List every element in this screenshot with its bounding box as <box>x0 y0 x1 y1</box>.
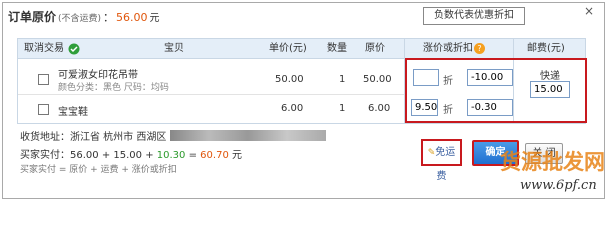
header-cancel: 取消交易 <box>24 43 64 54</box>
payment-adjust: 10.30 <box>156 150 186 161</box>
plus-sign: + <box>98 150 114 161</box>
payment-unit: 元 <box>228 150 242 161</box>
discount-input-row1[interactable] <box>413 69 439 86</box>
header-shipping: 邮费(元) <box>527 43 565 54</box>
watermark-brand: 货源批发网 <box>500 149 605 174</box>
cancel-checkbox-row1[interactable] <box>38 74 49 85</box>
quantity-row2: 1 <box>339 103 346 114</box>
item-spec-row1: 颜色分类：黑色 尺码：均码 <box>58 83 169 93</box>
item-name-row1[interactable]: 可爱淑女印花吊带 <box>58 66 138 81</box>
header-adjust: 涨价或折扣? <box>423 39 485 59</box>
green-check-icon <box>68 43 82 55</box>
shipping-method: 快递 <box>540 71 560 82</box>
address-label: 收货地址： <box>20 131 70 143</box>
title-separator: ： <box>103 11 115 24</box>
table-header: 取消交易 宝贝 单价(元) 数量 原价 涨价或折扣? 邮费(元) <box>18 39 585 59</box>
address-value: 浙江省 杭州市 西湖区 <box>70 131 167 143</box>
quantity-row1: 1 <box>339 74 346 85</box>
equals-sign: = <box>185 150 201 161</box>
discount-input-row2[interactable]: 9.50 <box>411 99 438 116</box>
order-price-title: 订单原价 (不含运费) ： 56.00 元 <box>8 8 160 26</box>
payment-shipping: 15.00 <box>113 150 143 161</box>
header-quantity: 数量 <box>327 43 347 54</box>
unit-price-row2: 6.00 <box>281 103 304 114</box>
header-unit-price: 单价(元) <box>269 43 307 54</box>
title-note: (不含运费) <box>58 14 102 24</box>
payment-total: 60.70 <box>200 150 229 161</box>
payment-base: 56.00 <box>70 150 99 161</box>
orig-price-row2: 6.00 <box>368 103 391 114</box>
adjust-input-row2[interactable]: -0.30 <box>467 99 513 116</box>
free-shipping-button[interactable]: ✎免运费 <box>421 139 462 182</box>
payment-formula: 买家实付 = 原价 + 运费 + 涨价或折扣 <box>20 165 177 175</box>
watermark-url: www.6pf.cn <box>520 178 597 193</box>
help-icon[interactable]: ? <box>474 42 485 54</box>
adjust-input-row1[interactable]: -10.00 <box>467 69 513 86</box>
discount-tooltip: 负数代表优惠折扣 <box>423 7 525 25</box>
payment-label: 买家实付： <box>20 150 70 161</box>
address-redacted <box>170 129 327 141</box>
header-original-price: 原价 <box>365 43 385 54</box>
header-item: 宝贝 <box>164 43 184 54</box>
original-price-value: 56.00 <box>116 11 148 24</box>
zhe-label-row2: 折 <box>443 105 453 116</box>
item-name-row2[interactable]: 宝宝鞋 <box>58 103 88 118</box>
orig-price-row1: 50.00 <box>363 74 392 85</box>
plus-sign: + <box>142 150 157 161</box>
shipping-fee-input[interactable]: 15.00 <box>530 81 570 98</box>
zhe-label-row1: 折 <box>443 76 453 87</box>
unit-price-row1: 50.00 <box>275 74 304 85</box>
cancel-checkbox-row2[interactable] <box>38 104 49 115</box>
row-divider <box>18 94 404 95</box>
shipping-address: 收货地址： 浙江省 杭州市 西湖区 <box>20 129 327 143</box>
buyer-payment: 买家实付：56.00 + 15.00 + 10.30 = 60.70 元 <box>20 146 242 161</box>
close-icon[interactable]: × <box>584 4 594 18</box>
title-label: 订单原价 <box>8 10 57 24</box>
price-unit: 元 <box>149 13 160 24</box>
